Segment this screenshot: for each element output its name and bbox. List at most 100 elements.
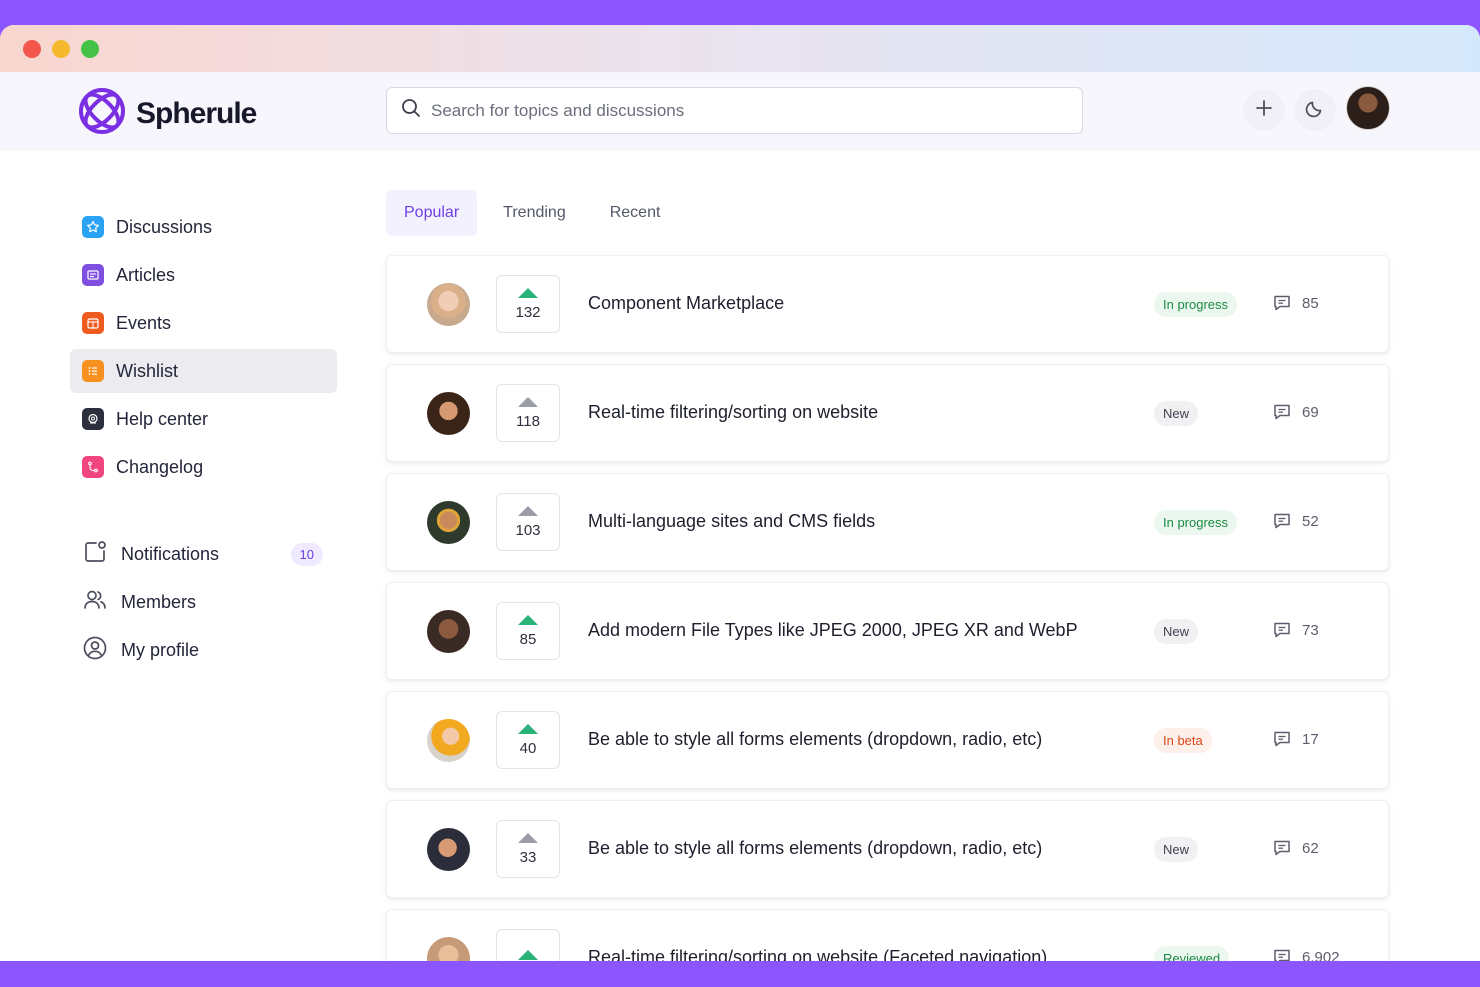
upvote-arrow-icon [518,396,538,407]
moon-icon [1305,98,1325,123]
list-item[interactable]: 85 Add modern File Types like JPEG 2000,… [386,582,1389,680]
plus-icon [1255,99,1273,122]
vote-count: 103 [515,521,541,539]
comment-count-value: 52 [1302,512,1319,530]
sidebar-item-articles[interactable]: Articles [70,253,337,297]
notification-icon [82,539,108,570]
upvote-button[interactable]: 103 [496,493,560,551]
sidebar-item-label: Changelog [116,456,204,477]
comment-count-value: 6,902 [1302,948,1340,962]
sidebar-item-label: Events [116,312,172,333]
comment-count[interactable]: 85 [1272,293,1319,313]
list-item[interactable]: 132 Component Marketplace In progress 85 [386,255,1389,353]
search-icon [401,98,421,123]
post-title[interactable]: Be able to style all forms elements (dro… [588,729,1042,750]
sidebar-secondary: Notifications 10 Members My profile [70,532,337,672]
sort-tabs: Popular Trending Recent [386,190,678,236]
author-avatar [427,610,470,653]
comment-count[interactable]: 62 [1272,838,1319,858]
user-circle-icon [82,635,108,666]
post-title[interactable]: Add modern File Types like JPEG 2000, JP… [588,620,1078,641]
maximize-window-button[interactable] [81,40,99,58]
star-icon [82,216,104,238]
upvote-button[interactable] [496,929,560,961]
author-avatar [427,392,470,435]
user-avatar-button[interactable] [1346,86,1390,130]
comment-count[interactable]: 73 [1272,620,1319,640]
list-item[interactable]: 118 Real-time filtering/sorting on websi… [386,364,1389,462]
comment-count[interactable]: 17 [1272,729,1319,749]
sidebar-item-label: My profile [121,639,200,660]
sidebar-item-members[interactable]: Members [70,580,337,624]
sidebar-item-my-profile[interactable]: My profile [70,628,337,672]
upvote-arrow-icon [518,614,538,625]
tab-recent[interactable]: Recent [592,190,679,236]
status-badge: New [1154,619,1199,644]
minimize-window-button[interactable] [52,40,70,58]
comment-count-value: 69 [1302,403,1319,421]
comment-count[interactable]: 69 [1272,402,1319,422]
comment-icon [1274,404,1290,420]
post-title[interactable]: Real-time filtering/sorting on website [588,402,878,423]
branch-icon [82,456,104,478]
close-window-button[interactable] [23,40,41,58]
post-title[interactable]: Component Marketplace [588,293,784,314]
spherule-logo-icon [78,87,126,140]
sidebar-item-label: Wishlist [116,360,178,381]
upvote-button[interactable]: 40 [496,711,560,769]
upvote-button[interactable]: 132 [496,275,560,333]
upvote-arrow-icon [518,950,538,960]
sidebar-item-label: Help center [116,408,209,429]
support-icon [82,408,104,430]
calendar-icon [82,312,104,334]
upvote-button[interactable]: 85 [496,602,560,660]
post-title[interactable]: Be able to style all forms elements (dro… [588,838,1042,859]
upvote-button[interactable]: 33 [496,820,560,878]
vote-count: 85 [519,630,537,648]
notification-count-badge: 10 [290,542,323,566]
author-avatar [427,283,470,326]
author-avatar [427,828,470,871]
sidebar-item-help-center[interactable]: Help center [70,397,337,441]
tab-popular[interactable]: Popular [386,190,478,236]
list-item[interactable]: Real-time filtering/sorting on website (… [386,909,1389,961]
add-button[interactable] [1243,89,1285,131]
post-title[interactable]: Multi-language sites and CMS fields [588,511,875,532]
list-item[interactable]: 33 Be able to style all forms elements (… [386,800,1389,898]
sidebar-item-wishlist[interactable]: Wishlist [70,349,337,393]
author-avatar [427,501,470,544]
comment-count[interactable]: 52 [1272,511,1319,531]
comment-count-value: 62 [1302,839,1319,857]
sidebar-item-notifications[interactable]: Notifications 10 [70,532,337,576]
comment-count-value: 85 [1302,294,1319,312]
vote-count: 132 [515,303,541,321]
sidebar-item-events[interactable]: Events [70,301,337,345]
comment-count[interactable]: 6,902 [1272,947,1340,961]
author-avatar [427,719,470,762]
browser-window: Spherule Discussions [0,25,1480,961]
status-badge: In progress [1154,510,1238,535]
vote-count: 118 [516,412,540,430]
tab-trending[interactable]: Trending [485,190,584,236]
comment-icon [1274,840,1290,856]
vote-count: 33 [519,848,537,866]
comment-count-value: 73 [1302,621,1319,639]
status-badge: In beta [1154,728,1212,753]
app-header: Spherule [0,72,1480,150]
post-title[interactable]: Real-time filtering/sorting on website (… [588,947,1047,961]
newspaper-icon [82,264,104,286]
window-titlebar [0,25,1480,72]
search-box[interactable] [386,87,1083,134]
upvote-button[interactable]: 118 [496,384,560,442]
brand-logo-link[interactable]: Spherule [78,87,257,140]
theme-toggle-button[interactable] [1294,89,1336,131]
sidebar-item-discussions[interactable]: Discussions [70,205,337,249]
search-input[interactable] [431,100,1051,121]
list-item[interactable]: 40 Be able to style all forms elements (… [386,691,1389,789]
wishlist-list: 132 Component Marketplace In progress 85… [386,255,1389,961]
upvote-arrow-icon [518,287,538,298]
vote-count: 40 [519,739,537,757]
list-item[interactable]: 103 Multi-language sites and CMS fields … [386,473,1389,571]
upvote-arrow-icon [518,723,538,734]
sidebar-item-changelog[interactable]: Changelog [70,445,337,489]
